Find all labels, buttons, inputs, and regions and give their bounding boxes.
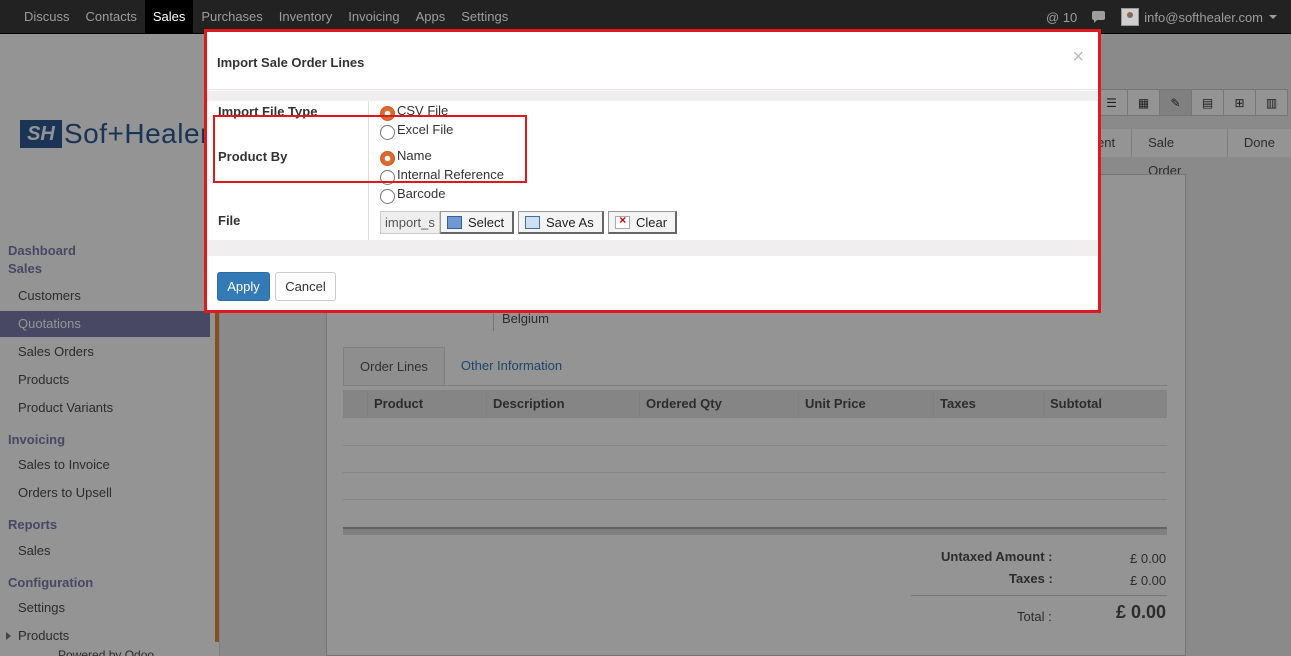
- file-name-input[interactable]: import_s: [380, 211, 440, 234]
- file-label: File: [218, 213, 241, 228]
- dialog-title: Import Sale Order Lines: [217, 55, 365, 70]
- radio-label: Barcode: [397, 186, 446, 201]
- radio-unchecked-icon: [380, 189, 395, 204]
- menu-discuss[interactable]: Discuss: [16, 0, 78, 34]
- save-as-button[interactable]: Save As: [518, 211, 604, 234]
- chat-icon[interactable]: [1091, 10, 1107, 24]
- user-menu[interactable]: info@softhealer.com: [1121, 8, 1277, 26]
- cancel-button[interactable]: Cancel: [275, 272, 336, 301]
- avatar: [1121, 8, 1140, 26]
- folder-icon: [447, 215, 462, 229]
- dialog-footer: Apply Cancel: [207, 256, 1098, 313]
- save-icon: [525, 215, 540, 229]
- select-file-button[interactable]: Select: [440, 211, 515, 234]
- menu-sales[interactable]: Sales: [144, 0, 194, 34]
- radio-product-by-barcode[interactable]: Barcode: [380, 186, 446, 204]
- apply-button[interactable]: Apply: [217, 272, 270, 301]
- clear-file-button[interactable]: Clear: [608, 211, 678, 234]
- menu-contacts[interactable]: Contacts: [78, 0, 145, 34]
- clear-icon: [615, 213, 630, 229]
- close-icon[interactable]: ×: [1072, 46, 1084, 69]
- chevron-down-icon: [1269, 15, 1277, 19]
- import-dialog: Import Sale Order Lines × Import File Ty…: [204, 29, 1101, 313]
- button-label: Save As: [546, 214, 594, 230]
- button-label: Select: [468, 214, 505, 230]
- user-email: info@softhealer.com: [1144, 9, 1263, 25]
- button-label: Clear: [636, 214, 668, 230]
- dialog-header: Import Sale Order Lines ×: [207, 32, 1098, 90]
- notification-counter[interactable]: @ 10: [1046, 10, 1077, 25]
- product-by-highlight-box: [213, 115, 527, 183]
